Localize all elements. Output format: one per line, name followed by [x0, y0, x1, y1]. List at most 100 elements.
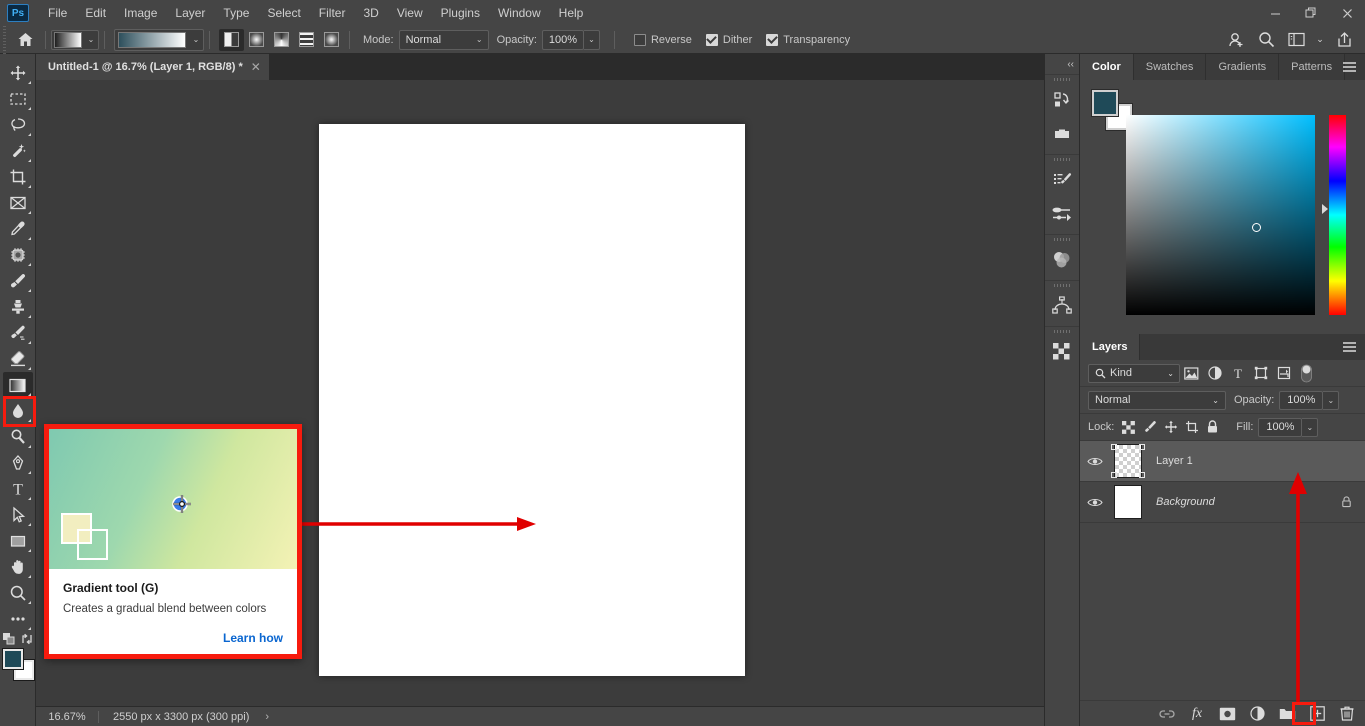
reverse-checkbox[interactable]: [634, 34, 646, 46]
layer-kind-filter[interactable]: Kind ⌄: [1088, 364, 1180, 383]
pen-tool[interactable]: [3, 450, 33, 476]
brush-settings-panel-icon[interactable]: [1045, 163, 1079, 197]
menu-item-plugins[interactable]: Plugins: [432, 0, 489, 26]
adjustment-layer-button[interactable]: [1247, 704, 1267, 724]
dither-checkbox-item[interactable]: Dither: [706, 34, 752, 46]
menu-item-view[interactable]: View: [388, 0, 432, 26]
shape-tool[interactable]: [3, 528, 33, 554]
shape-filter-icon[interactable]: [1249, 363, 1272, 383]
transparency-checkbox[interactable]: [766, 34, 778, 46]
layer-opacity-stepper[interactable]: ⌄: [1323, 391, 1339, 410]
collaborate-icon[interactable]: [1223, 28, 1249, 52]
brush-tool[interactable]: [3, 268, 33, 294]
layer-thumbnail-wrap[interactable]: [1110, 443, 1146, 479]
swap-colors-icon[interactable]: [20, 632, 34, 646]
minimize-button[interactable]: [1257, 0, 1293, 26]
dither-checkbox[interactable]: [706, 34, 718, 46]
lock-position-icon[interactable]: [1161, 418, 1180, 437]
menu-item-image[interactable]: Image: [115, 0, 166, 26]
patterns-panel-icon[interactable]: [1045, 335, 1079, 369]
layer-opacity-input[interactable]: 100%: [1279, 391, 1323, 410]
share-icon[interactable]: [1331, 28, 1357, 52]
menu-item-select[interactable]: Select: [258, 0, 309, 26]
gradient-tool[interactable]: [3, 372, 33, 398]
tab-layers[interactable]: Layers: [1080, 334, 1140, 360]
edit-toolbar-tool[interactable]: [3, 606, 33, 632]
learn-how-link[interactable]: Learn how: [49, 615, 297, 645]
path-selection-tool[interactable]: [3, 502, 33, 528]
layer-visibility-toggle[interactable]: [1080, 497, 1110, 508]
magic-wand-tool[interactable]: [3, 138, 33, 164]
menu-item-3d[interactable]: 3D: [354, 0, 387, 26]
type-filter-icon[interactable]: T: [1226, 363, 1249, 383]
adjustment-filter-icon[interactable]: [1203, 363, 1226, 383]
pixel-filter-icon[interactable]: [1180, 363, 1203, 383]
collapse-panels-icon[interactable]: ‹‹: [1045, 54, 1079, 74]
opacity-stepper[interactable]: ⌄: [584, 30, 600, 50]
dock-grip-4[interactable]: [1053, 281, 1071, 289]
eraser-tool[interactable]: [3, 346, 33, 372]
tab-patterns[interactable]: Patterns: [1279, 54, 1345, 80]
menu-item-filter[interactable]: Filter: [310, 0, 355, 26]
hue-slider-marker[interactable]: [1322, 204, 1328, 214]
dock-grip-1[interactable]: [1053, 75, 1071, 83]
adjustments-panel-icon[interactable]: [1045, 197, 1079, 231]
reverse-checkbox-item[interactable]: Reverse: [634, 34, 692, 46]
table-row[interactable]: Layer 1: [1080, 441, 1365, 482]
link-layers-button[interactable]: [1157, 704, 1177, 724]
gradient-picker[interactable]: ⌄: [114, 29, 204, 51]
zoom-level[interactable]: 16.67%: [36, 711, 98, 723]
tab-color[interactable]: Color: [1080, 54, 1134, 80]
dock-grip-3[interactable]: [1053, 235, 1071, 243]
layer-fill-input[interactable]: 100%: [1258, 418, 1302, 437]
home-icon[interactable]: [10, 31, 40, 48]
menu-item-layer[interactable]: Layer: [166, 0, 214, 26]
status-expand-icon[interactable]: ›: [249, 711, 269, 723]
dock-grip-5[interactable]: [1053, 327, 1071, 335]
eyedropper-tool[interactable]: [3, 216, 33, 242]
paths-panel-icon[interactable]: [1045, 289, 1079, 323]
tab-gradients[interactable]: Gradients: [1206, 54, 1279, 80]
angle-gradient-button[interactable]: [269, 29, 294, 51]
menu-item-type[interactable]: Type: [214, 0, 258, 26]
restore-button[interactable]: [1293, 0, 1329, 26]
chevron-down-icon[interactable]: ⌄: [84, 35, 98, 44]
layer-thumbnail-wrap[interactable]: [1110, 484, 1146, 520]
new-group-button[interactable]: [1277, 704, 1297, 724]
dodge-tool[interactable]: [3, 424, 33, 450]
delete-layer-button[interactable]: [1337, 704, 1357, 724]
libraries-panel-icon[interactable]: [1045, 117, 1079, 151]
menu-item-file[interactable]: File: [39, 0, 76, 26]
clone-stamp-tool[interactable]: [3, 294, 33, 320]
lock-artboard-icon[interactable]: [1182, 418, 1201, 437]
diamond-gradient-button[interactable]: [319, 29, 344, 51]
type-tool[interactable]: T: [3, 476, 33, 502]
blur-tool[interactable]: [3, 398, 33, 424]
document-tab[interactable]: Untitled-1 @ 16.7% (Layer 1, RGB/8) * ✕: [36, 54, 269, 80]
document-canvas[interactable]: [319, 124, 745, 676]
new-layer-button[interactable]: [1307, 704, 1327, 724]
color-field[interactable]: [1126, 115, 1315, 315]
channels-panel-icon[interactable]: [1045, 243, 1079, 277]
menu-item-edit[interactable]: Edit: [76, 0, 115, 26]
tab-swatches[interactable]: Swatches: [1134, 54, 1207, 80]
frame-tool[interactable]: [3, 190, 33, 216]
layer-name[interactable]: Background: [1146, 496, 1335, 508]
layer-mask-button[interactable]: [1217, 704, 1237, 724]
workspace-icon[interactable]: [1283, 28, 1309, 52]
history-panel-icon[interactable]: [1045, 83, 1079, 117]
hand-tool[interactable]: [3, 554, 33, 580]
lock-all-icon[interactable]: [1203, 418, 1222, 437]
filter-toggle-icon[interactable]: [1295, 363, 1318, 383]
menu-item-window[interactable]: Window: [489, 0, 550, 26]
smart-object-filter-icon[interactable]: [1272, 363, 1295, 383]
table-row[interactable]: Background: [1080, 482, 1365, 523]
layer-visibility-toggle[interactable]: [1080, 456, 1110, 467]
foreground-color-swatch[interactable]: [3, 649, 23, 669]
close-icon[interactable]: ✕: [251, 60, 261, 74]
close-button[interactable]: [1329, 0, 1365, 26]
crop-tool[interactable]: [3, 164, 33, 190]
layer-fill-stepper[interactable]: ⌄: [1302, 418, 1318, 437]
chevron-down-icon-gradient[interactable]: ⌄: [189, 35, 203, 44]
marquee-tool[interactable]: [3, 86, 33, 112]
